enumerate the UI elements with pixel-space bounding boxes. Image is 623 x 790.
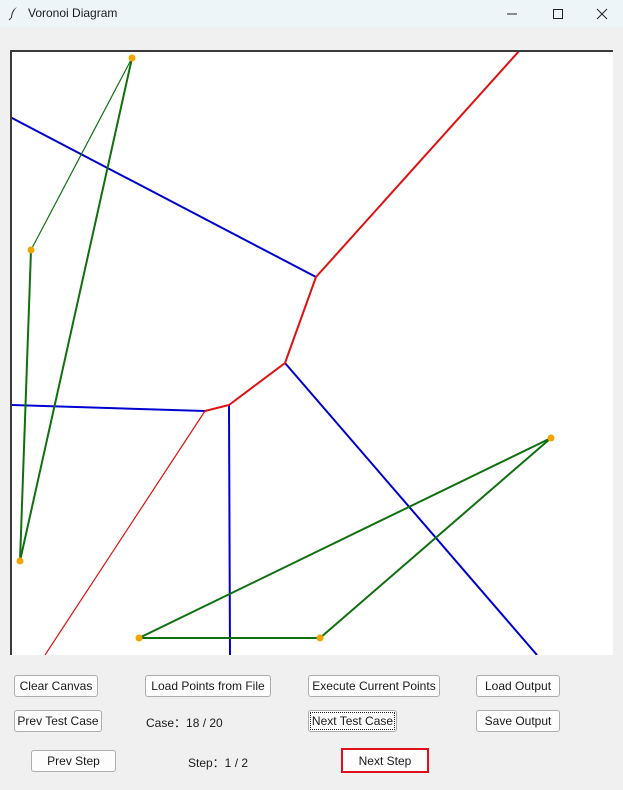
site-point: [27, 246, 35, 254]
voronoi-edge-blue: [228, 404, 231, 655]
load-points-button[interactable]: Load Points from File: [145, 675, 271, 697]
voronoi-edge-blue: [12, 116, 317, 278]
minimize-icon: [507, 13, 517, 14]
title-bar: Voronoi Diagram: [0, 0, 623, 27]
window-title: Voronoi Diagram: [28, 6, 118, 20]
voronoi-canvas[interactable]: [10, 50, 613, 655]
voronoi-edge-blue: [284, 362, 538, 655]
voronoi-edge-blue: [12, 404, 206, 412]
case-counter: Case：18 / 20: [146, 716, 223, 730]
clear-canvas-button[interactable]: Clear Canvas: [14, 675, 98, 697]
next-test-case-button[interactable]: Next Test Case: [308, 710, 397, 732]
maximize-button[interactable]: [535, 0, 581, 27]
hull-edge: [138, 437, 552, 639]
close-icon: [596, 8, 608, 19]
next-step-button[interactable]: Next Step: [341, 748, 429, 773]
execute-points-button[interactable]: Execute Current Points: [308, 675, 440, 697]
minimize-button[interactable]: [489, 0, 535, 27]
hull-edge: [19, 57, 133, 562]
site-point: [547, 434, 555, 442]
hull-edge: [319, 437, 552, 639]
prev-step-button[interactable]: Prev Step: [31, 750, 116, 772]
voronoi-edge-red: [315, 52, 520, 278]
diagram-svg: [12, 52, 555, 655]
site-point: [128, 54, 136, 62]
site-point: [16, 557, 24, 565]
save-output-button[interactable]: Save Output: [476, 710, 560, 732]
prev-test-case-button[interactable]: Prev Test Case: [14, 710, 102, 732]
site-point: [316, 634, 324, 642]
step-counter: Step：1 / 2: [188, 756, 249, 770]
load-output-button[interactable]: Load Output: [476, 675, 560, 697]
voronoi-edge-red: [204, 276, 317, 412]
maximize-icon: [553, 8, 563, 19]
site-point: [135, 634, 143, 642]
hull-edge: [30, 57, 133, 251]
feather-icon: [8, 7, 17, 21]
close-button[interactable]: [579, 0, 623, 27]
